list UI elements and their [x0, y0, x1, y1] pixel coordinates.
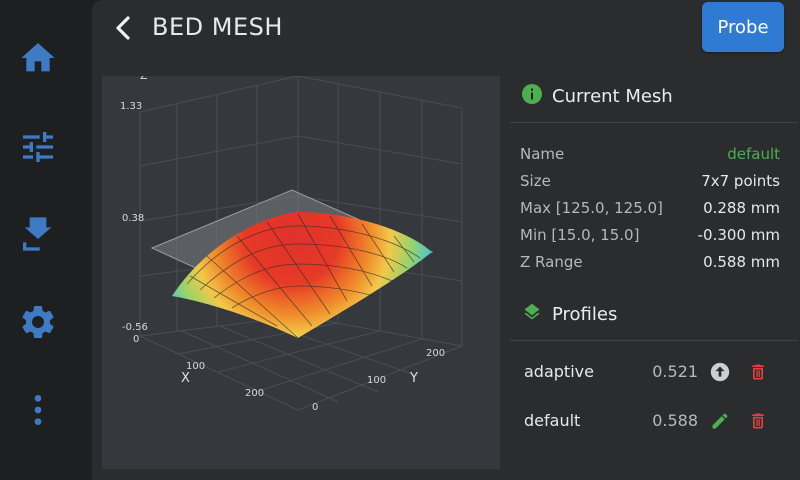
trash-icon[interactable]	[746, 409, 770, 433]
profile-range: 0.521	[652, 362, 698, 381]
detail-row: Size 7x7 points	[520, 168, 780, 195]
profile-name: default	[524, 411, 581, 430]
load-up-arrow-icon[interactable]	[708, 360, 732, 384]
mesh-plot-svg: 1.33 0.38 -0.56 Z 0 100 200 X 0 100 200 …	[120, 69, 463, 413]
home-icon[interactable]	[18, 38, 58, 78]
main-panel: BED MESH Probe 1.33 0.38 -0.56 0 100 200…	[92, 0, 800, 480]
back-arrow-icon[interactable]	[110, 14, 136, 42]
profile-row[interactable]: default 0.588	[510, 396, 790, 445]
page-title: BED MESH	[152, 13, 283, 41]
y-tick: 100	[367, 375, 386, 386]
profiles-header: Profiles	[510, 288, 790, 340]
detail-key: Name	[520, 145, 565, 163]
current-mesh-header: Current Mesh	[510, 70, 790, 122]
y-axis-label: Y	[409, 371, 418, 386]
gear-icon[interactable]	[18, 302, 58, 342]
extrude-icon[interactable]	[18, 214, 58, 254]
pencil-icon[interactable]	[708, 409, 732, 433]
y-tick: 200	[426, 348, 445, 359]
sidebar	[0, 0, 76, 480]
x-tick: 200	[245, 388, 264, 399]
detail-value: 7x7 points	[701, 172, 780, 190]
detail-value: 0.588 mm	[703, 253, 780, 271]
info-icon	[522, 83, 552, 109]
detail-key: Min [15.0, 15.0]	[520, 226, 640, 244]
more-vertical-icon[interactable]	[18, 390, 58, 430]
detail-value: default	[727, 145, 780, 163]
z-tick: 1.33	[120, 101, 142, 112]
z-tick: -0.56	[122, 322, 148, 333]
detail-value: -0.300 mm	[697, 226, 780, 244]
mesh-info: Current Mesh Name default Size 7x7 point…	[510, 70, 798, 445]
tune-icon[interactable]	[18, 127, 58, 167]
detail-row: Name default	[520, 141, 780, 168]
detail-value: 0.288 mm	[703, 199, 780, 217]
x-tick: 0	[133, 334, 139, 345]
x-axis-label: X	[181, 371, 190, 386]
detail-key: Size	[520, 172, 551, 190]
profile-row[interactable]: adaptive 0.521	[510, 347, 790, 396]
header: BED MESH Probe	[92, 0, 800, 56]
layers-icon	[522, 302, 552, 327]
profiles-title: Profiles	[552, 303, 618, 325]
profile-range: 0.588	[652, 411, 698, 430]
z-axis-label: Z	[140, 76, 148, 82]
detail-row: Min [15.0, 15.0] -0.300 mm	[520, 222, 780, 249]
detail-row: Max [125.0, 125.0] 0.288 mm	[520, 195, 780, 222]
detail-row: Z Range 0.588 mm	[520, 249, 780, 276]
mesh-details: Name default Size 7x7 points Max [125.0,…	[510, 123, 790, 276]
y-tick: 0	[312, 402, 318, 413]
current-mesh-title: Current Mesh	[552, 85, 673, 107]
z-tick: 0.38	[122, 213, 144, 224]
mesh-graph[interactable]: 1.33 0.38 -0.56 Z 0 100 200 X 0 100 200 …	[102, 69, 500, 469]
detail-key: Max [125.0, 125.0]	[520, 199, 663, 217]
detail-key: Z Range	[520, 253, 583, 271]
profile-name: adaptive	[524, 362, 594, 381]
probe-button[interactable]: Probe	[702, 2, 784, 52]
trash-icon[interactable]	[746, 360, 770, 384]
